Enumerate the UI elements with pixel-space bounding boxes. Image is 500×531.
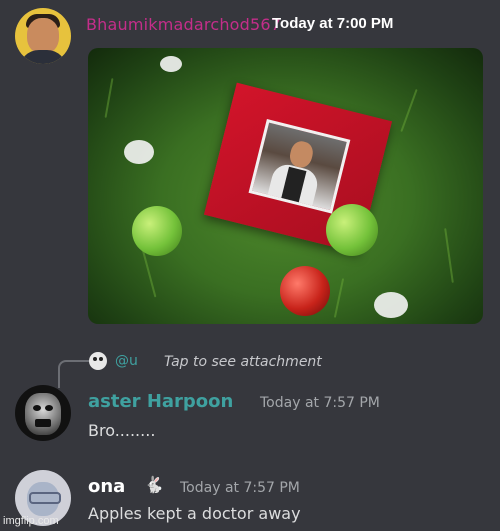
red-apple	[280, 266, 330, 316]
image-attachment[interactable]	[88, 48, 483, 324]
reply-mention-at: @	[115, 353, 129, 369]
reply-preview-text[interactable]: Tap to see attachment	[164, 354, 322, 370]
user-avatar-1[interactable]	[15, 8, 71, 64]
reply-avatar[interactable]	[89, 352, 107, 370]
username-2[interactable]: aster Harpoon	[88, 391, 233, 412]
timestamp-3: Today at 7:57 PM	[180, 480, 300, 496]
avatar-shirt	[19, 50, 67, 64]
grass-blade	[333, 278, 345, 318]
user-avatar-2[interactable]	[15, 385, 71, 441]
reply-mention-suffix: u	[129, 353, 138, 369]
white-flower	[374, 292, 408, 318]
avatar-face	[27, 18, 59, 54]
username-1[interactable]: Bhaumikmadarchod567	[86, 15, 281, 34]
watermark: imgflip.com	[3, 515, 59, 527]
timestamp-1: Today at 7:00 PM	[272, 15, 394, 32]
green-apple	[132, 206, 182, 256]
white-flower	[124, 140, 154, 164]
reply-connector	[58, 360, 90, 388]
white-flower	[160, 56, 182, 72]
framed-portrait	[248, 119, 351, 214]
username-3[interactable]: ona	[88, 476, 125, 497]
rabbit-icon: 🐇	[144, 475, 164, 494]
grass-blade	[104, 78, 114, 118]
message-text-3: Apples kept a doctor away	[88, 504, 301, 523]
timestamp-2: Today at 7:57 PM	[260, 395, 380, 411]
green-apple	[326, 204, 378, 256]
grass-blade	[400, 89, 418, 132]
reply-mention[interactable]: @u	[115, 353, 138, 369]
grass-blade	[444, 228, 454, 283]
message-text-2: Bro........	[88, 421, 156, 440]
